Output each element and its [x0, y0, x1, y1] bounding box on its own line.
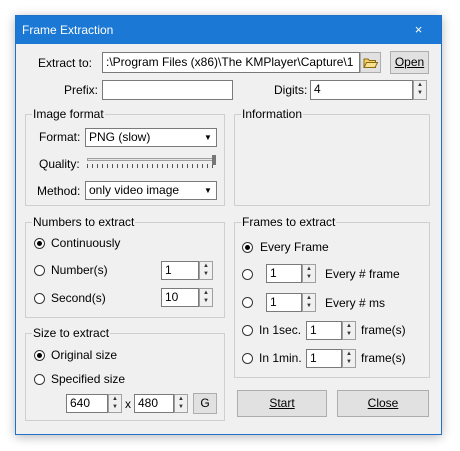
- format-select[interactable]: PNG (slow) ▼: [85, 128, 217, 147]
- width-spinner[interactable]: ▲ ▼: [108, 394, 122, 413]
- in-1min-spinner[interactable]: ▲ ▼: [342, 349, 356, 368]
- information-group: Information: [234, 107, 430, 206]
- specified-size-radio[interactable]: [34, 374, 45, 385]
- in-1sec-unit: frame(s): [361, 323, 406, 337]
- digits-label: Digits:: [274, 83, 308, 97]
- original-size-label[interactable]: Original size: [51, 348, 117, 362]
- seconds-label[interactable]: Second(s): [51, 291, 106, 305]
- width-input[interactable]: 640: [66, 394, 108, 413]
- browse-folder-button[interactable]: [360, 52, 381, 73]
- close-window-button[interactable]: ×: [396, 16, 441, 44]
- window-title: Frame Extraction: [22, 23, 114, 37]
- open-button[interactable]: Open: [390, 51, 429, 74]
- chevron-down-icon: ▼: [204, 133, 212, 142]
- spin-down-icon[interactable]: ▼: [175, 403, 187, 411]
- continuously-radio[interactable]: [34, 238, 45, 249]
- specified-size-label[interactable]: Specified size: [51, 372, 125, 386]
- spin-up-icon[interactable]: ▲: [303, 265, 315, 273]
- every-n-ms-radio[interactable]: [242, 297, 253, 308]
- numbers-input[interactable]: 1: [161, 261, 199, 280]
- in-1sec-input[interactable]: 1: [306, 321, 342, 340]
- spin-up-icon[interactable]: ▲: [200, 262, 212, 270]
- extract-to-label: Extract to:: [38, 56, 93, 70]
- spin-down-icon[interactable]: ▼: [200, 270, 212, 278]
- height-spinner[interactable]: ▲ ▼: [174, 394, 188, 413]
- frames-title: Frames to extract: [241, 215, 337, 229]
- continuously-label[interactable]: Continuously: [51, 236, 120, 250]
- spin-down-icon[interactable]: ▼: [414, 89, 426, 97]
- open-button-label: Open: [394, 55, 425, 69]
- spin-up-icon[interactable]: ▲: [303, 294, 315, 302]
- prefix-label: Prefix:: [64, 83, 99, 97]
- extract-path-field[interactable]: :\Program Files (x86)\The KMPlayer\Captu…: [102, 52, 360, 73]
- spin-up-icon[interactable]: ▲: [200, 289, 212, 297]
- spin-up-icon[interactable]: ▲: [414, 81, 426, 89]
- numbers-spinner[interactable]: ▲ ▼: [199, 261, 213, 280]
- prefix-input[interactable]: [102, 80, 233, 100]
- every-n-ms-label[interactable]: Every # ms: [325, 296, 385, 310]
- spin-down-icon[interactable]: ▼: [303, 302, 315, 310]
- quality-slider[interactable]: [87, 155, 216, 169]
- spin-down-icon[interactable]: ▼: [343, 358, 355, 366]
- close-button-label: Close: [367, 396, 399, 410]
- every-n-frame-spinner[interactable]: ▲ ▼: [302, 264, 316, 283]
- digits-spinner[interactable]: ▲ ▼: [413, 80, 427, 100]
- method-label: Method:: [37, 184, 81, 198]
- numbers-label[interactable]: Number(s): [51, 263, 108, 277]
- in-1min-label[interactable]: In 1min.: [259, 351, 302, 365]
- spin-down-icon[interactable]: ▼: [200, 297, 212, 305]
- start-button[interactable]: Start: [237, 390, 327, 417]
- numbers-radio[interactable]: [34, 265, 45, 276]
- every-n-frame-input[interactable]: 1: [266, 264, 302, 283]
- spin-up-icon[interactable]: ▲: [109, 395, 121, 403]
- information-title: Information: [241, 107, 304, 121]
- spin-down-icon[interactable]: ▼: [303, 273, 315, 281]
- every-frame-label[interactable]: Every Frame: [260, 240, 329, 254]
- every-n-frame-radio[interactable]: [242, 269, 253, 280]
- spin-up-icon[interactable]: ▲: [343, 350, 355, 358]
- frame-extraction-dialog: Frame Extraction × Extract to: :\Program…: [15, 15, 442, 435]
- every-frame-radio[interactable]: [242, 242, 253, 253]
- every-n-frame-label[interactable]: Every # frame: [325, 267, 400, 281]
- in-1sec-radio[interactable]: [242, 325, 253, 336]
- in-1sec-spinner[interactable]: ▲ ▼: [342, 321, 356, 340]
- spin-up-icon[interactable]: ▲: [175, 395, 187, 403]
- format-value: PNG (slow): [89, 130, 151, 144]
- spin-down-icon[interactable]: ▼: [343, 330, 355, 338]
- height-input[interactable]: 480: [134, 394, 174, 413]
- seconds-input[interactable]: 10: [161, 288, 199, 307]
- method-value: only video image: [89, 183, 180, 197]
- quality-slider-thumb[interactable]: [212, 155, 216, 165]
- size-separator: x: [125, 397, 131, 411]
- digits-input[interactable]: 4: [310, 80, 413, 100]
- title-bar[interactable]: Frame Extraction ×: [16, 16, 441, 44]
- method-select[interactable]: only video image ▼: [85, 181, 217, 200]
- chevron-down-icon: ▼: [204, 186, 212, 195]
- spin-up-icon[interactable]: ▲: [343, 322, 355, 330]
- spin-down-icon[interactable]: ▼: [109, 403, 121, 411]
- seconds-radio[interactable]: [34, 293, 45, 304]
- size-title: Size to extract: [32, 326, 111, 340]
- every-n-ms-input[interactable]: 1: [266, 293, 302, 312]
- quality-label: Quality:: [39, 157, 80, 171]
- every-n-ms-spinner[interactable]: ▲ ▼: [302, 293, 316, 312]
- in-1sec-label[interactable]: In 1sec.: [259, 323, 301, 337]
- numbers-title: Numbers to extract: [32, 215, 136, 229]
- folder-icon: [363, 58, 379, 68]
- seconds-spinner[interactable]: ▲ ▼: [199, 288, 213, 307]
- image-format-title: Image format: [32, 107, 105, 121]
- in-1min-unit: frame(s): [361, 351, 406, 365]
- in-1min-radio[interactable]: [242, 353, 253, 364]
- original-size-radio[interactable]: [34, 350, 45, 361]
- g-button[interactable]: G: [193, 393, 217, 414]
- start-button-label: Start: [269, 396, 295, 410]
- in-1min-input[interactable]: 1: [306, 349, 342, 368]
- close-button[interactable]: Close: [337, 390, 429, 417]
- format-label: Format:: [39, 130, 81, 144]
